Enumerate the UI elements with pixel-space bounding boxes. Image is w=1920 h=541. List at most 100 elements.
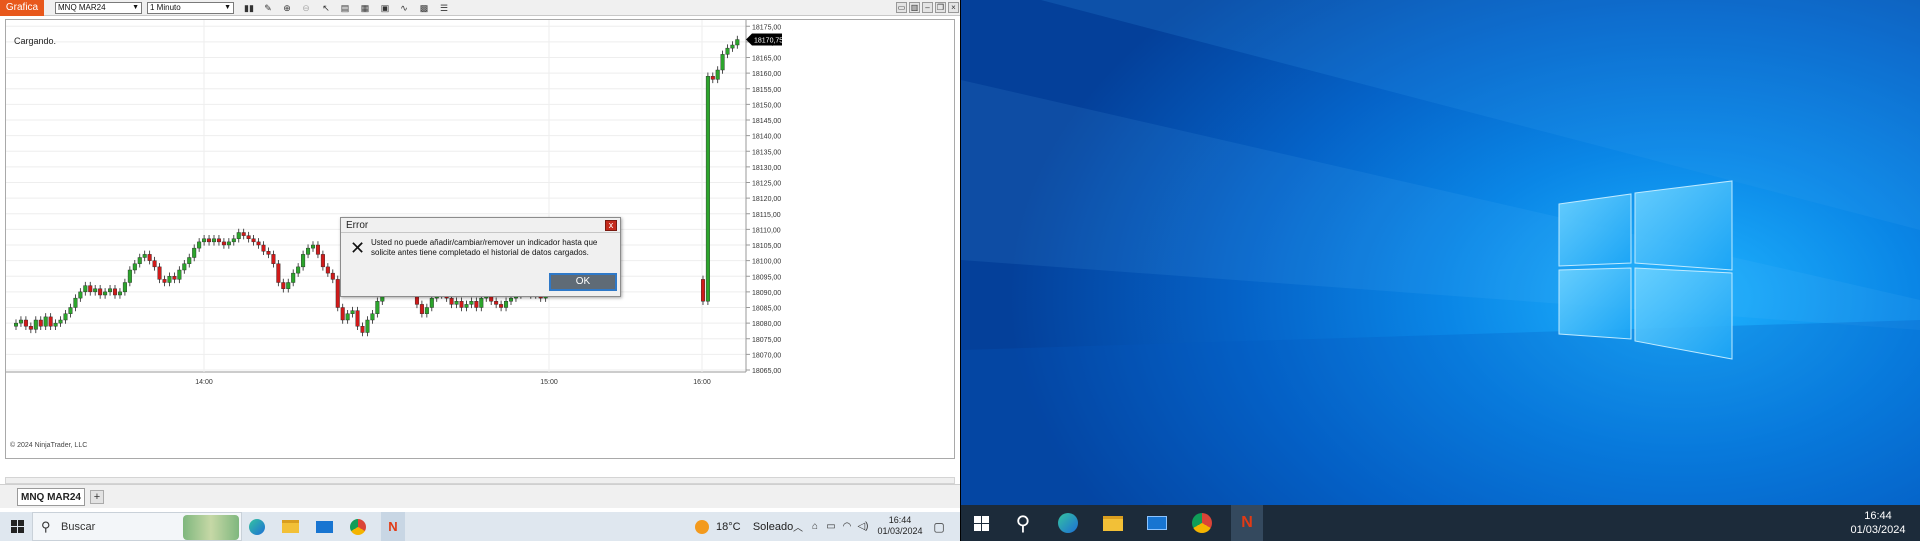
tray-device-icon[interactable]: ▭ bbox=[824, 512, 838, 541]
windows-wallpaper-logo bbox=[961, 0, 1920, 505]
edge-app-icon[interactable] bbox=[1056, 505, 1080, 541]
candle-body bbox=[122, 282, 127, 293]
ninjatrader-app-icon[interactable]: N bbox=[1231, 505, 1263, 541]
candle-body bbox=[509, 297, 514, 302]
y-tick-label: 18175,00 bbox=[752, 24, 781, 31]
start-button[interactable] bbox=[6, 512, 28, 541]
add-tab-button[interactable]: + bbox=[90, 490, 104, 504]
error-icon: ✕ bbox=[350, 238, 366, 258]
candle-body bbox=[246, 235, 251, 239]
x-tick-label: 14:00 bbox=[195, 379, 213, 386]
window-tile-icon[interactable]: ▥ bbox=[909, 2, 920, 13]
candle-body bbox=[296, 266, 301, 274]
loading-status: Cargando. bbox=[14, 36, 57, 46]
close-icon[interactable]: × bbox=[948, 2, 959, 13]
candle-body bbox=[117, 291, 122, 296]
instrument-selector-value: MNQ MAR24 bbox=[58, 3, 106, 12]
zoom-in-icon[interactable]: ⊕ bbox=[281, 2, 293, 14]
taskbar-clock[interactable]: 16:44 01/03/2024 bbox=[876, 515, 924, 537]
y-tick-label: 18125,00 bbox=[752, 181, 781, 188]
candle-body bbox=[152, 260, 157, 268]
candle-body bbox=[98, 288, 103, 296]
current-price-label: 18170,75 bbox=[754, 38, 783, 45]
candle-body bbox=[112, 288, 117, 296]
file-explorer-icon[interactable] bbox=[1101, 505, 1125, 541]
chart-window-tab[interactable]: Grafica bbox=[0, 0, 44, 16]
candle-body bbox=[504, 301, 509, 308]
bars-type-icon[interactable]: ▮▮ bbox=[243, 2, 255, 14]
tray-chevron-icon[interactable]: ︿ bbox=[792, 512, 804, 541]
candle-body bbox=[705, 76, 710, 302]
candle-body bbox=[38, 319, 43, 327]
window-menu-icon[interactable]: ▭ bbox=[896, 2, 907, 13]
candle-body bbox=[419, 304, 424, 314]
snapshot-icon[interactable]: ▣ bbox=[379, 2, 391, 14]
indicators-icon[interactable]: ∿ bbox=[398, 2, 410, 14]
ok-button[interactable]: OK bbox=[549, 273, 617, 291]
start-button[interactable] bbox=[971, 505, 991, 541]
pointer-icon[interactable]: ↖ bbox=[320, 2, 332, 14]
candle-body bbox=[479, 297, 484, 308]
tab-mnq-mar24[interactable]: MNQ MAR24 bbox=[17, 488, 85, 506]
candle-body bbox=[494, 301, 499, 305]
volume-icon[interactable]: ◁) bbox=[856, 512, 870, 541]
ninjatrader-app-icon[interactable]: N bbox=[381, 512, 405, 541]
notifications-icon[interactable]: ▢ bbox=[930, 512, 948, 541]
restore-icon[interactable]: ❐ bbox=[935, 2, 946, 13]
candle-body bbox=[33, 319, 38, 330]
y-tick-label: 18065,00 bbox=[752, 368, 781, 375]
weather-widget[interactable]: 18°C Soleado bbox=[716, 521, 793, 533]
candle-body bbox=[701, 279, 706, 302]
interval-selector[interactable]: 1 Minuto ▼ bbox=[147, 2, 234, 14]
template-icon[interactable]: ▦ bbox=[359, 2, 371, 14]
horizontal-scrollbar[interactable] bbox=[5, 477, 955, 484]
mail-app-icon[interactable] bbox=[1145, 505, 1169, 541]
file-explorer-icon[interactable] bbox=[279, 512, 301, 541]
taskbar: ⚲ N 16:44 01/03/2024 bbox=[961, 505, 1920, 541]
wifi-icon[interactable]: ◠ bbox=[840, 512, 854, 541]
chart-toolbar: Grafica MNQ MAR24 ▼ 1 Minuto ▼ ▮▮ ✎ ⊕ ⊖ … bbox=[0, 0, 960, 16]
weather-temp: 18°C bbox=[716, 521, 741, 533]
candle-body bbox=[177, 269, 182, 280]
minimize-icon[interactable]: – bbox=[922, 2, 933, 13]
instrument-selector[interactable]: MNQ MAR24 ▼ bbox=[55, 2, 142, 14]
tray-app-icon[interactable]: ⌂ bbox=[808, 512, 822, 541]
candle-body bbox=[162, 279, 167, 283]
drawing-tool-icon[interactable]: ✎ bbox=[262, 2, 274, 14]
chrome-app-icon[interactable] bbox=[1190, 505, 1214, 541]
strategies-icon[interactable]: ▩ bbox=[418, 2, 430, 14]
edge-app-icon[interactable] bbox=[246, 512, 268, 541]
chevron-down-icon: ▼ bbox=[132, 4, 139, 11]
candle-body bbox=[286, 282, 291, 289]
search-icon[interactable]: ⚲ bbox=[1011, 505, 1035, 541]
candle-body bbox=[132, 263, 137, 271]
y-tick-label: 18120,00 bbox=[752, 196, 781, 203]
candle-body bbox=[261, 244, 266, 252]
list-icon[interactable]: ☰ bbox=[438, 2, 450, 14]
candle-body bbox=[306, 247, 311, 255]
candle-body bbox=[211, 238, 216, 243]
mail-app-icon[interactable] bbox=[313, 512, 335, 541]
candle-body bbox=[241, 232, 246, 236]
windows-logo-icon bbox=[10, 520, 24, 533]
y-tick-label: 18140,00 bbox=[752, 134, 781, 141]
candle-body bbox=[474, 301, 479, 308]
candle-body bbox=[108, 288, 113, 293]
candle-body bbox=[365, 319, 370, 333]
candle-body bbox=[251, 238, 256, 243]
zoom-out-icon[interactable]: ⊖ bbox=[300, 2, 312, 14]
chrome-app-icon[interactable] bbox=[347, 512, 369, 541]
search-box[interactable]: ⚲ Buscar bbox=[32, 512, 242, 541]
x-tick-label: 15:00 bbox=[540, 379, 558, 386]
candle-body bbox=[340, 307, 345, 321]
y-tick-label: 18070,00 bbox=[752, 352, 781, 359]
candle-body bbox=[464, 304, 469, 308]
candle-body bbox=[291, 272, 296, 283]
taskbar-clock[interactable]: 16:44 01/03/2024 bbox=[1841, 509, 1915, 537]
properties-icon[interactable]: ▤ bbox=[339, 2, 351, 14]
close-icon[interactable]: x bbox=[605, 220, 617, 231]
y-tick-label: 18080,00 bbox=[752, 321, 781, 328]
candle-body bbox=[350, 310, 355, 314]
candle-body bbox=[330, 272, 335, 280]
candle-body bbox=[335, 279, 340, 308]
